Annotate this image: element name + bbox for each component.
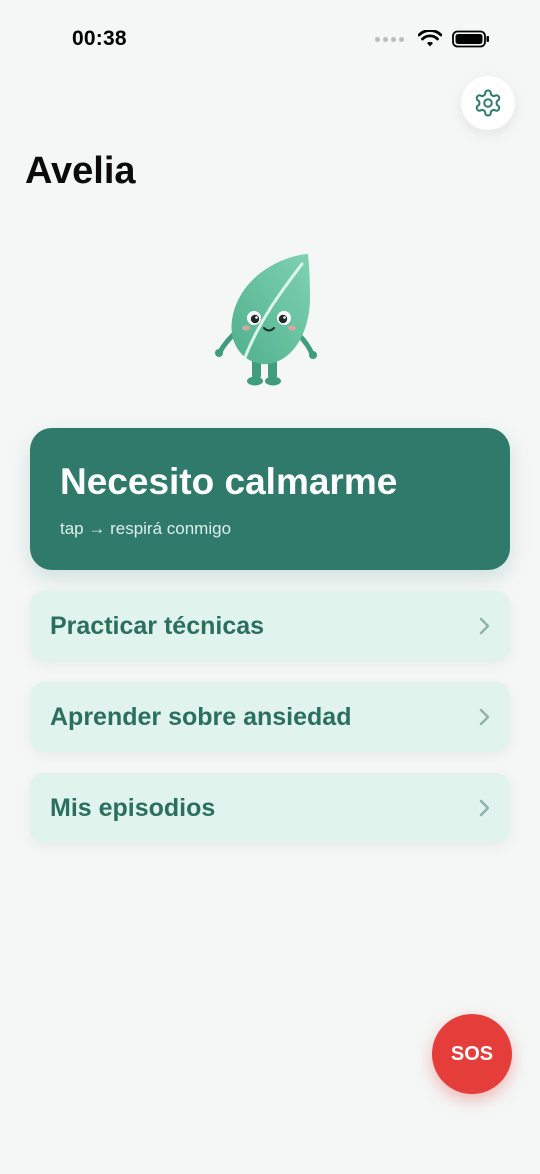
sos-button[interactable]: SOS	[432, 1014, 512, 1094]
cellular-signal-icon	[375, 36, 404, 42]
chevron-right-icon	[478, 616, 492, 636]
chevron-right-icon	[478, 798, 492, 818]
leaf-mascot-icon	[215, 254, 317, 386]
chevron-right-icon	[478, 707, 492, 727]
menu-item-practice[interactable]: Practicar técnicas	[30, 591, 510, 661]
menu-item-learn[interactable]: Aprender sobre ansiedad	[30, 682, 510, 752]
battery-icon	[452, 30, 489, 48]
calm-down-card[interactable]: Necesito calmarme tap → respirá conmigo	[30, 428, 510, 570]
status-bar: 00:38	[0, 0, 540, 80]
menu-item-episodes[interactable]: Mis episodios	[30, 773, 510, 843]
menu-item-label: Aprender sobre ansiedad	[50, 702, 352, 731]
settings-button[interactable]	[461, 76, 515, 130]
calm-card-title: Necesito calmarme	[60, 461, 398, 502]
calm-card-subtitle: tap → respirá conmigo	[60, 519, 232, 538]
wifi-icon	[418, 30, 442, 47]
status-icons	[375, 30, 490, 48]
app-title: Avelia	[25, 150, 136, 192]
status-time: 00:38	[72, 27, 127, 50]
sos-label: SOS	[450, 1042, 494, 1065]
menu-item-label: Practicar técnicas	[50, 611, 265, 640]
menu-item-label: Mis episodios	[50, 793, 216, 822]
gear-icon	[475, 89, 501, 117]
